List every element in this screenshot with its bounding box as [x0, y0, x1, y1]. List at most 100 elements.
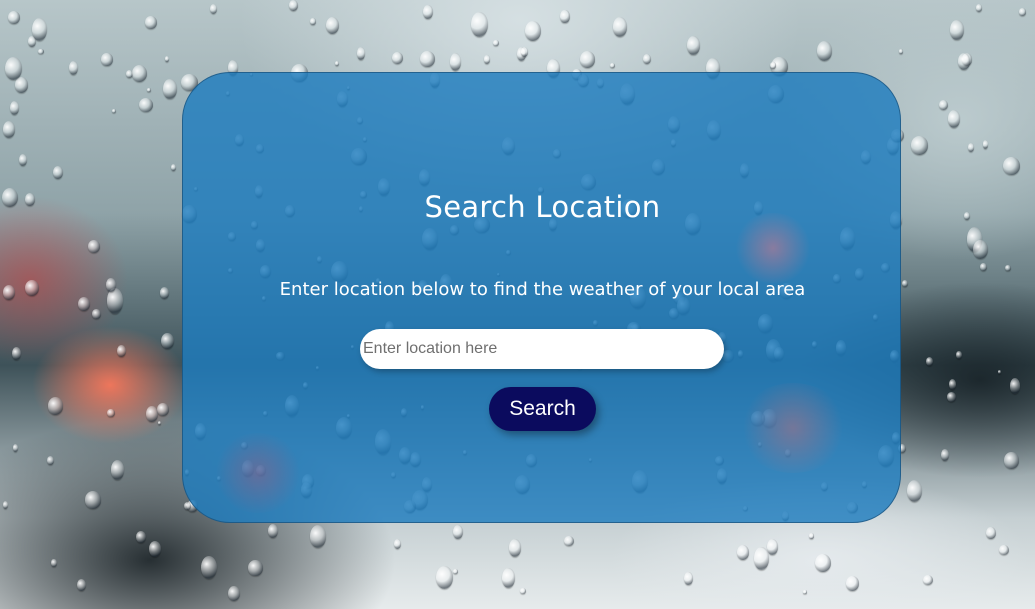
- raindrop: [1005, 265, 1011, 272]
- raindrop: [131, 64, 148, 82]
- raindrop: [101, 52, 114, 67]
- raindrop: [610, 62, 616, 69]
- raindrop: [201, 555, 217, 579]
- search-button[interactable]: Search: [489, 387, 596, 431]
- raindrop: [946, 392, 957, 402]
- raindrop: [501, 567, 516, 588]
- raindrop: [163, 79, 177, 100]
- raindrop: [157, 420, 161, 426]
- raindrop: [950, 20, 964, 40]
- raindrop: [612, 16, 628, 37]
- raindrop: [420, 51, 435, 68]
- raindrop: [170, 163, 176, 171]
- raindrop: [1, 187, 19, 208]
- raindrop: [393, 539, 402, 550]
- raindrop: [435, 566, 453, 590]
- raindrop: [38, 48, 44, 55]
- raindrop: [955, 350, 962, 360]
- raindrop: [986, 527, 996, 539]
- raindrop: [979, 263, 987, 271]
- raindrop: [1018, 8, 1026, 16]
- raindrop: [25, 279, 40, 297]
- raindrop: [422, 5, 433, 20]
- search-location-card: Search Location Enter location below to …: [182, 72, 901, 523]
- raindrop: [357, 47, 365, 60]
- raindrop: [68, 60, 78, 75]
- raindrop: [736, 544, 750, 561]
- raindrop: [227, 585, 240, 602]
- raindrop: [982, 139, 989, 149]
- raindrop: [51, 558, 57, 568]
- raindrop: [146, 87, 151, 93]
- raindrop: [911, 136, 928, 155]
- raindrop: [948, 379, 956, 390]
- raindrop: [483, 55, 491, 64]
- raindrop: [111, 108, 116, 113]
- card-reflection: [213, 433, 303, 513]
- raindrop: [146, 405, 158, 422]
- raindrop: [3, 500, 9, 510]
- raindrop: [939, 99, 949, 110]
- page-title: Search Location: [424, 190, 661, 224]
- raindrop: [5, 57, 22, 81]
- raindrop: [117, 344, 127, 357]
- location-search-input[interactable]: [360, 329, 724, 369]
- raindrop: [92, 309, 101, 319]
- raindrop: [519, 587, 526, 595]
- raindrop: [643, 54, 651, 65]
- raindrop: [309, 525, 326, 549]
- raindrop: [78, 296, 91, 311]
- raindrop: [925, 356, 934, 366]
- raindrop: [975, 4, 983, 13]
- raindrop: [24, 192, 36, 206]
- raindrop: [14, 77, 28, 93]
- raindrop: [957, 53, 970, 70]
- instructions-text: Enter location below to find the weather…: [279, 279, 806, 300]
- raindrop: [136, 531, 147, 543]
- raindrop: [1009, 377, 1021, 394]
- raindrop: [391, 51, 404, 65]
- raindrop: [76, 578, 87, 591]
- raindrop: [998, 544, 1009, 556]
- raindrop: [139, 97, 154, 112]
- raindrop: [159, 287, 170, 299]
- raindrop: [164, 56, 169, 62]
- raindrop: [310, 17, 316, 26]
- raindrop: [449, 53, 462, 72]
- raindrop: [947, 109, 961, 128]
- raindrop: [963, 212, 970, 220]
- raindrop: [972, 240, 988, 260]
- raindrop: [53, 166, 63, 180]
- raindrop: [683, 571, 693, 586]
- raindrop: [524, 20, 542, 42]
- raindrop: [11, 346, 21, 360]
- raindrop: [940, 448, 950, 462]
- raindrop: [47, 456, 55, 466]
- raindrop: [12, 444, 18, 452]
- raindrop: [183, 502, 191, 511]
- raindrop: [326, 17, 340, 35]
- raindrop: [898, 49, 903, 54]
- raindrop: [492, 39, 500, 47]
- raindrop: [18, 154, 27, 167]
- raindrop: [809, 533, 814, 539]
- raindrop: [803, 589, 807, 594]
- raindrop: [452, 525, 463, 540]
- raindrop: [754, 547, 769, 570]
- raindrop: [906, 480, 922, 502]
- raindrop: [3, 285, 16, 301]
- raindrop: [816, 40, 833, 61]
- raindrop: [334, 60, 340, 67]
- raindrop: [106, 288, 124, 314]
- raindrop: [145, 15, 158, 29]
- raindrop: [814, 553, 832, 573]
- raindrop: [901, 280, 909, 288]
- raindrop: [248, 559, 263, 576]
- raindrop: [48, 397, 64, 415]
- raindrop: [922, 574, 934, 585]
- raindrop: [1003, 157, 1020, 175]
- raindrop: [471, 11, 488, 38]
- raindrop: [157, 402, 170, 417]
- raindrop: [7, 10, 21, 25]
- raindrop: [2, 121, 16, 139]
